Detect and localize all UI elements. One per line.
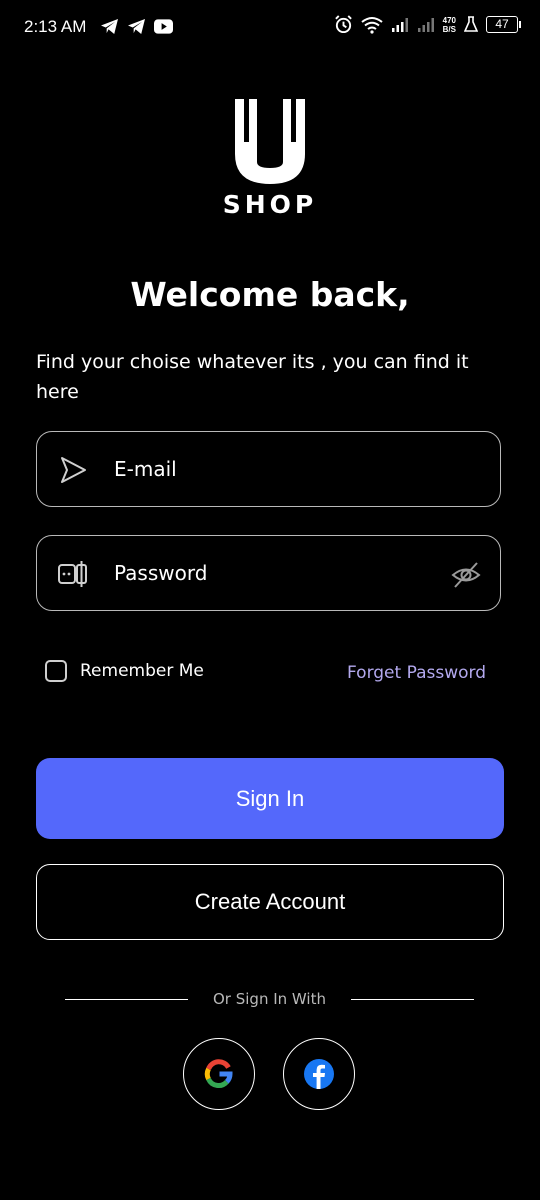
password-field[interactable] [36,535,501,611]
page-subtitle: Find your choise whatever its , you can … [36,351,469,403]
signal-icon [417,17,434,32]
password-input[interactable] [114,554,434,592]
wifi-icon [361,16,383,34]
send-arrow-icon [61,457,86,483]
email-field[interactable] [36,431,501,507]
network-speed-value: 470 [442,15,456,25]
facebook-sign-in-button[interactable] [283,1038,355,1110]
youtube-icon [154,19,173,34]
remember-me-checkbox[interactable] [45,660,67,682]
status-right-icons: 470 B/S 47 [334,15,521,34]
logo-text: SHOP [222,190,318,219]
signal-icon [391,17,408,32]
lab-icon [464,16,478,32]
network-speed-unit: B/S [442,24,456,34]
eye-off-icon[interactable] [450,559,482,591]
social-divider-text: Or Sign In With [213,990,326,1008]
create-account-button[interactable]: Create Account [36,864,504,940]
google-sign-in-button[interactable] [183,1038,255,1110]
status-bar: 2:13 AM 470 B/S 47 [0,0,540,56]
google-icon [204,1059,233,1088]
telegram-icon [101,18,118,35]
page-title: Welcome back, [130,275,410,314]
divider-right [351,999,474,1000]
password-icon [58,561,87,587]
alarm-icon [334,15,352,34]
telegram-icon [128,18,145,35]
email-input[interactable] [114,450,434,488]
status-time: 2:13 AM [24,17,87,36]
remember-me-label[interactable]: Remember Me [80,661,204,681]
remember-me[interactable]: Remember Me [45,660,204,682]
battery-icon: 47 [486,16,521,33]
status-left-icons [100,18,173,35]
divider-left [65,999,188,1000]
facebook-icon [304,1059,334,1089]
forget-password-link[interactable]: Forget Password [347,663,486,683]
network-speed: 470 B/S [443,16,456,34]
sign-in-button[interactable]: Sign In [36,758,504,839]
